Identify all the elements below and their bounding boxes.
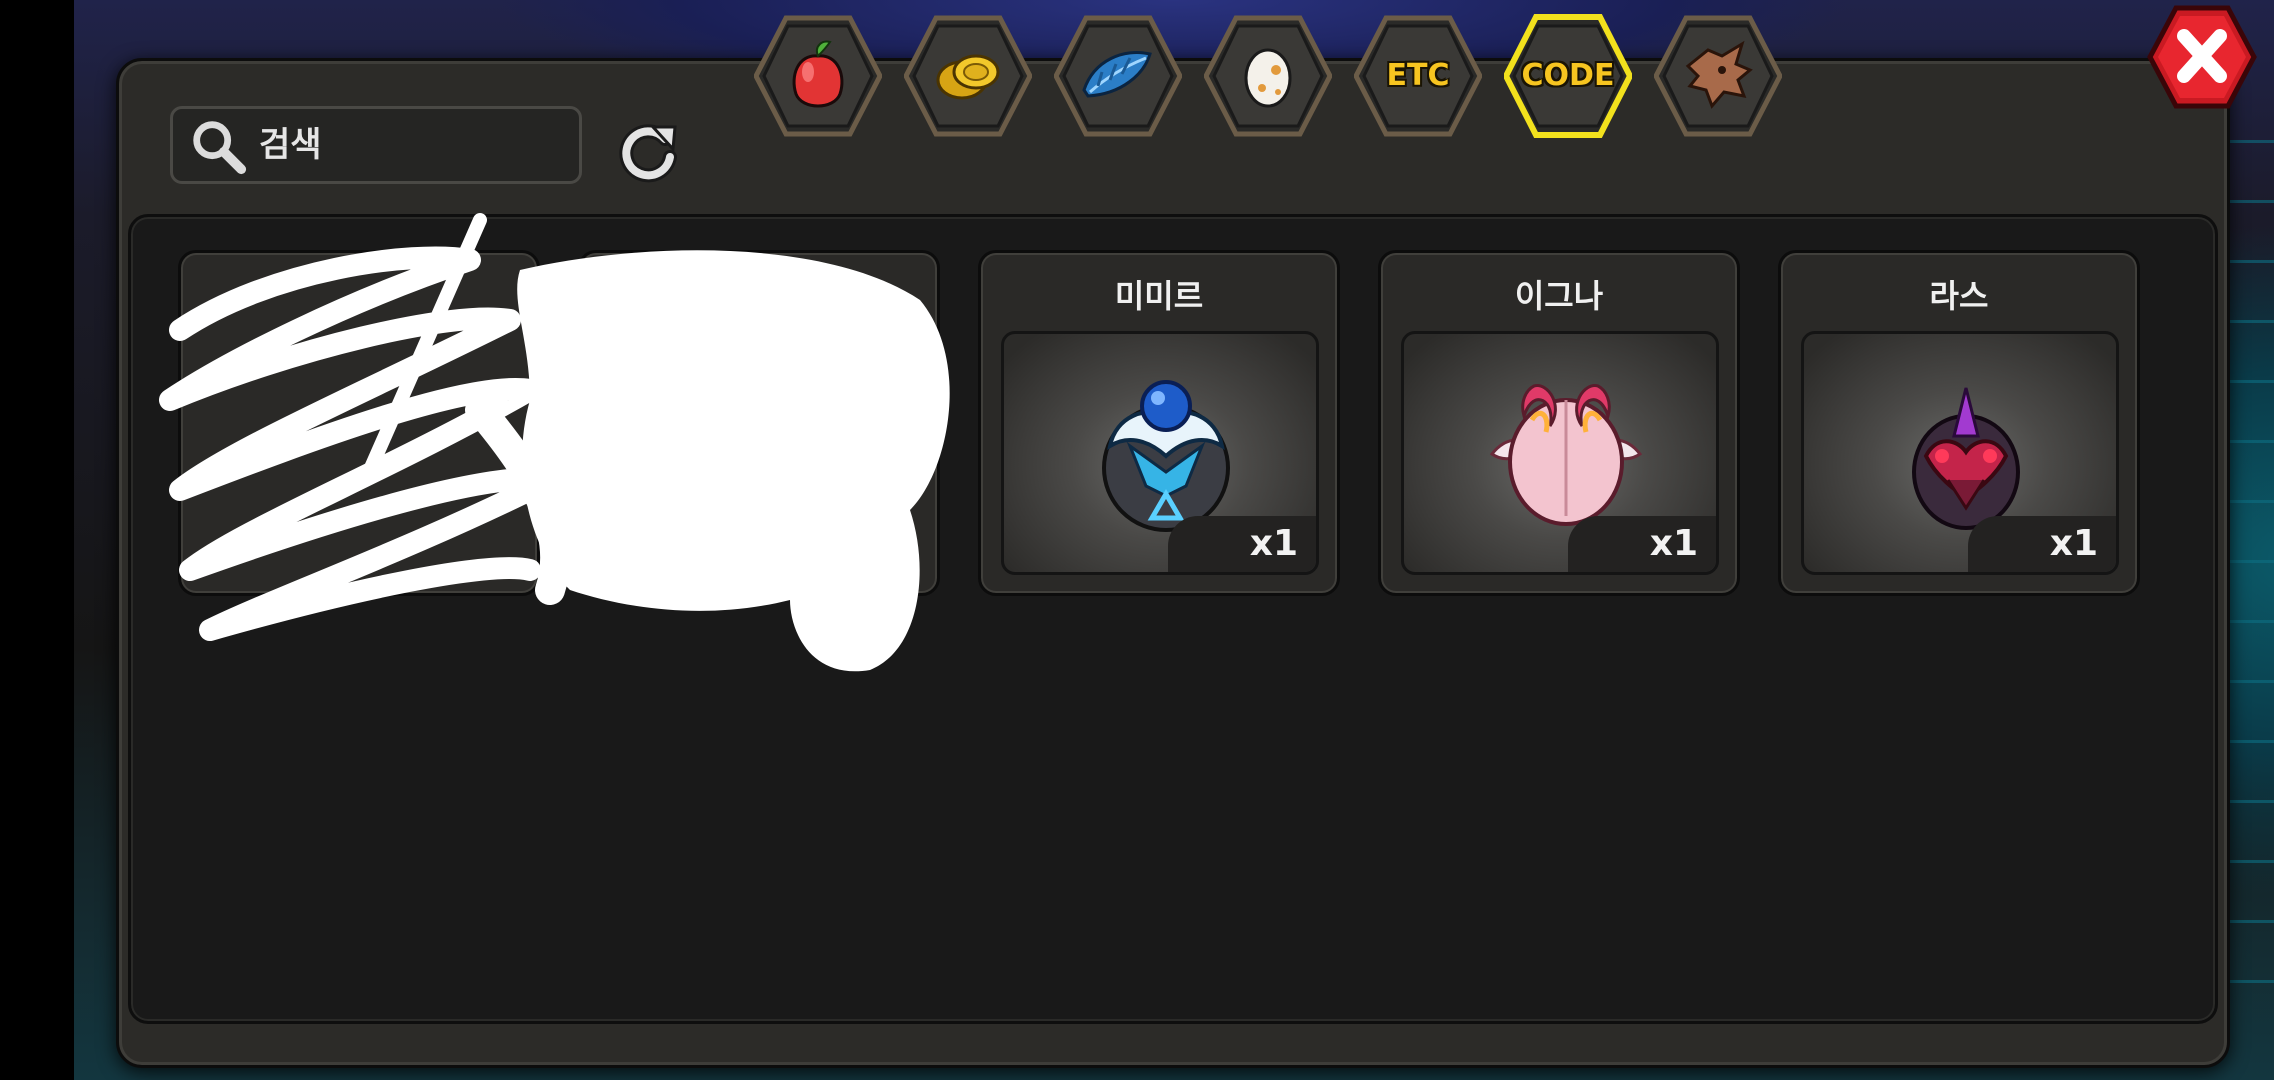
close-icon — [2147, 5, 2257, 109]
item-image: x1 — [1001, 331, 1319, 575]
item-name: 이그나 — [1514, 277, 1604, 315]
tab-etc-label: ETC — [1386, 58, 1450, 93]
mimir-egg-icon — [1102, 380, 1230, 532]
search-box[interactable] — [170, 106, 582, 184]
tab-fruit[interactable] — [754, 14, 882, 138]
item-name: 미미르 — [1114, 277, 1204, 315]
egg-icon — [1244, 48, 1292, 108]
tab-code-label: CODE — [1521, 58, 1615, 93]
ras-egg-icon — [1912, 387, 2020, 530]
refresh-button[interactable] — [612, 116, 684, 188]
circuit-decoration — [2224, 140, 2274, 1020]
search-input[interactable] — [257, 124, 561, 166]
tab-coin[interactable] — [904, 14, 1032, 138]
item-count: x1 — [1968, 516, 2116, 572]
item-count: x1 — [1568, 516, 1716, 572]
tab-egg[interactable] — [1204, 14, 1332, 138]
item-slot-ras[interactable]: 라스 x1 — [1778, 250, 2140, 596]
fruit-icon — [792, 40, 844, 108]
tab-etc[interactable]: ETC — [1354, 14, 1482, 138]
dragon-head-icon — [1685, 40, 1753, 109]
item-count: x1 — [1168, 516, 1316, 572]
item-name: 라스 — [1929, 277, 1989, 315]
item-slot-mimir[interactable]: 미미르 x1 — [978, 250, 1340, 596]
item-slot-igna[interactable]: 이그나 x1 — [1378, 250, 1740, 596]
blue-feather-icon — [1082, 51, 1152, 98]
close-button[interactable] — [2146, 4, 2258, 110]
gold-coin-icon — [936, 54, 1000, 100]
scribble-redaction — [159, 213, 950, 672]
search-icon — [187, 115, 257, 175]
tab-code[interactable]: CODE — [1504, 14, 1632, 138]
item-image: x1 — [1401, 331, 1719, 575]
refresh-icon — [619, 124, 677, 183]
category-tabs: ETC CODE — [754, 14, 1782, 144]
tab-dragon[interactable] — [1654, 14, 1782, 138]
item-image: x1 — [1801, 331, 2119, 575]
igna-egg-icon — [1489, 384, 1643, 526]
tab-feather[interactable] — [1054, 14, 1182, 138]
